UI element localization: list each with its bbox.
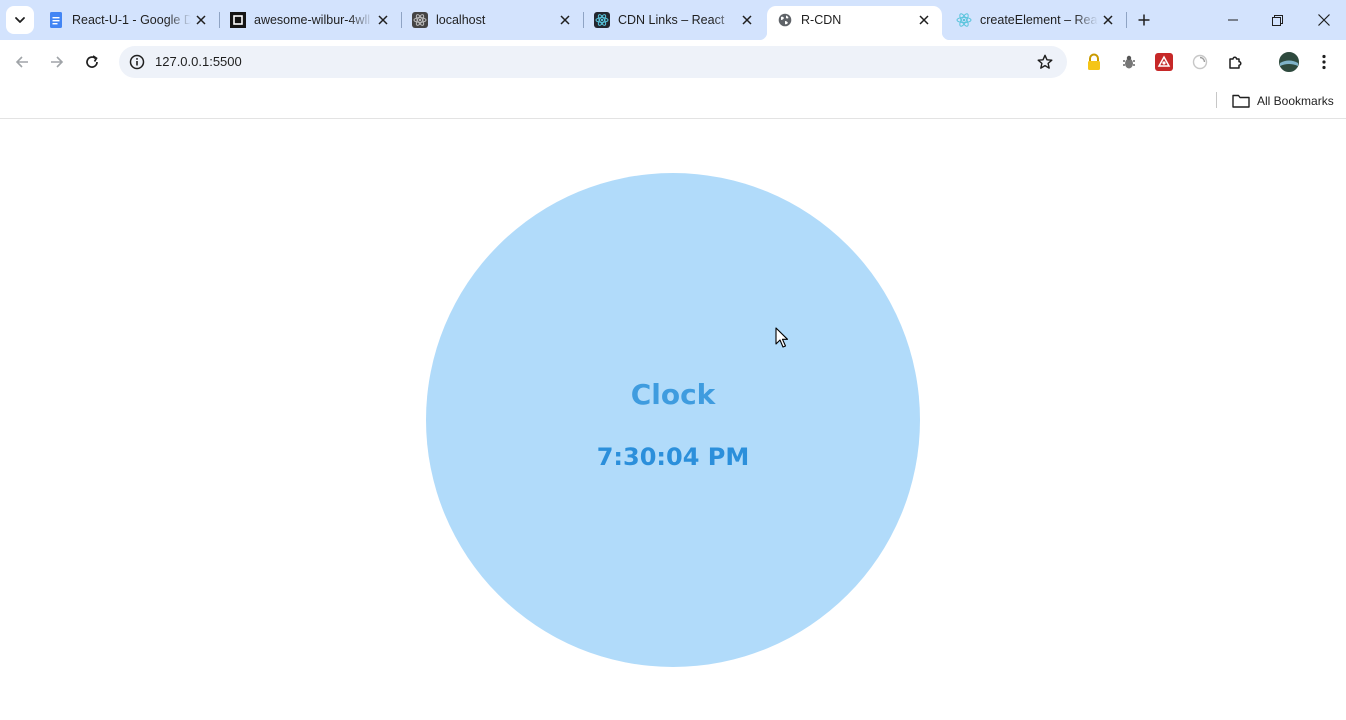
tab-close-icon[interactable] <box>555 10 575 30</box>
minimize-button[interactable] <box>1210 0 1255 40</box>
tab-title: R-CDN <box>801 13 842 27</box>
tab-separator <box>1126 12 1127 28</box>
lock-extension-icon[interactable] <box>1082 50 1106 74</box>
react-icon <box>956 12 972 28</box>
tab-close-icon[interactable] <box>914 10 934 30</box>
arrow-left-icon <box>15 56 28 68</box>
extensions-puzzle-icon[interactable] <box>1224 50 1248 74</box>
tab-close-icon[interactable] <box>737 10 757 30</box>
mouse-cursor-icon <box>775 327 789 348</box>
tab-cdn-links[interactable]: CDN Links – React <box>584 6 765 34</box>
forward-button[interactable] <box>43 48 71 76</box>
tab-close-icon[interactable] <box>373 10 393 30</box>
bookmarks-bar: All Bookmarks <box>0 84 1346 119</box>
arrow-right-icon <box>51 56 64 68</box>
back-button[interactable] <box>8 48 36 76</box>
clock-time: 7:30:04 PM <box>596 443 750 471</box>
tab-title: createElement – Reac <box>980 13 1098 27</box>
circle-extension-icon[interactable] <box>1188 50 1212 74</box>
folder-icon <box>1232 94 1250 108</box>
address-bar[interactable]: 127.0.0.1:5500 <box>119 46 1067 78</box>
more-vertical-icon <box>1322 54 1326 70</box>
chevron-down-icon <box>15 17 25 23</box>
tab-close-icon[interactable] <box>1098 10 1118 30</box>
clock-title: Clock <box>630 378 716 411</box>
tab-title: React-U-1 - Google D <box>72 13 191 27</box>
bookmarks-separator <box>1216 92 1217 108</box>
tab-r-cdn[interactable]: R-CDN <box>759 6 950 40</box>
tab-title: CDN Links – React <box>618 13 725 27</box>
new-tab-button[interactable] <box>1132 8 1156 32</box>
react-icon <box>412 12 428 28</box>
tab-strip: React-U-1 - Google D awesome-wilbur-4wll… <box>0 0 1346 40</box>
tab-create-element[interactable]: createElement – Reac <box>946 6 1126 34</box>
all-bookmarks-button[interactable]: All Bookmarks <box>1232 90 1334 112</box>
plus-icon <box>1138 14 1150 26</box>
google-docs-icon <box>48 12 64 28</box>
all-bookmarks-label: All Bookmarks <box>1257 94 1334 108</box>
codesandbox-icon <box>230 12 246 28</box>
url-text[interactable]: 127.0.0.1:5500 <box>155 54 242 69</box>
tab-google-docs[interactable]: React-U-1 - Google D <box>38 6 219 34</box>
red-extension-icon[interactable] <box>1152 50 1176 74</box>
globe-icon <box>777 12 793 28</box>
page-viewport: Clock 7:30:04 PM <box>0 120 1346 720</box>
tab-title: localhost <box>436 13 486 27</box>
bug-extension-icon[interactable] <box>1117 50 1141 74</box>
close-icon <box>1317 14 1330 26</box>
browser-menu-button[interactable] <box>1312 50 1336 74</box>
site-info-icon[interactable] <box>127 52 147 72</box>
reload-button[interactable] <box>78 48 106 76</box>
profile-avatar[interactable] <box>1277 50 1301 74</box>
minimize-icon <box>1227 19 1238 21</box>
tab-title: awesome-wilbur-4wll <box>254 13 371 27</box>
tab-localhost[interactable]: localhost <box>402 6 583 34</box>
restore-button[interactable] <box>1255 0 1300 40</box>
tab-search-button[interactable] <box>6 6 34 34</box>
reload-icon <box>86 55 98 68</box>
tab-codesandbox[interactable]: awesome-wilbur-4wll <box>220 6 401 34</box>
react-icon <box>594 12 610 28</box>
tab-close-icon[interactable] <box>191 10 211 30</box>
close-window-button[interactable] <box>1301 0 1346 40</box>
restore-icon <box>1272 14 1283 26</box>
clock-circle: Clock 7:30:04 PM <box>426 173 920 667</box>
browser-toolbar: 127.0.0.1:5500 <box>0 40 1346 84</box>
bookmark-star-icon[interactable] <box>1035 52 1055 72</box>
